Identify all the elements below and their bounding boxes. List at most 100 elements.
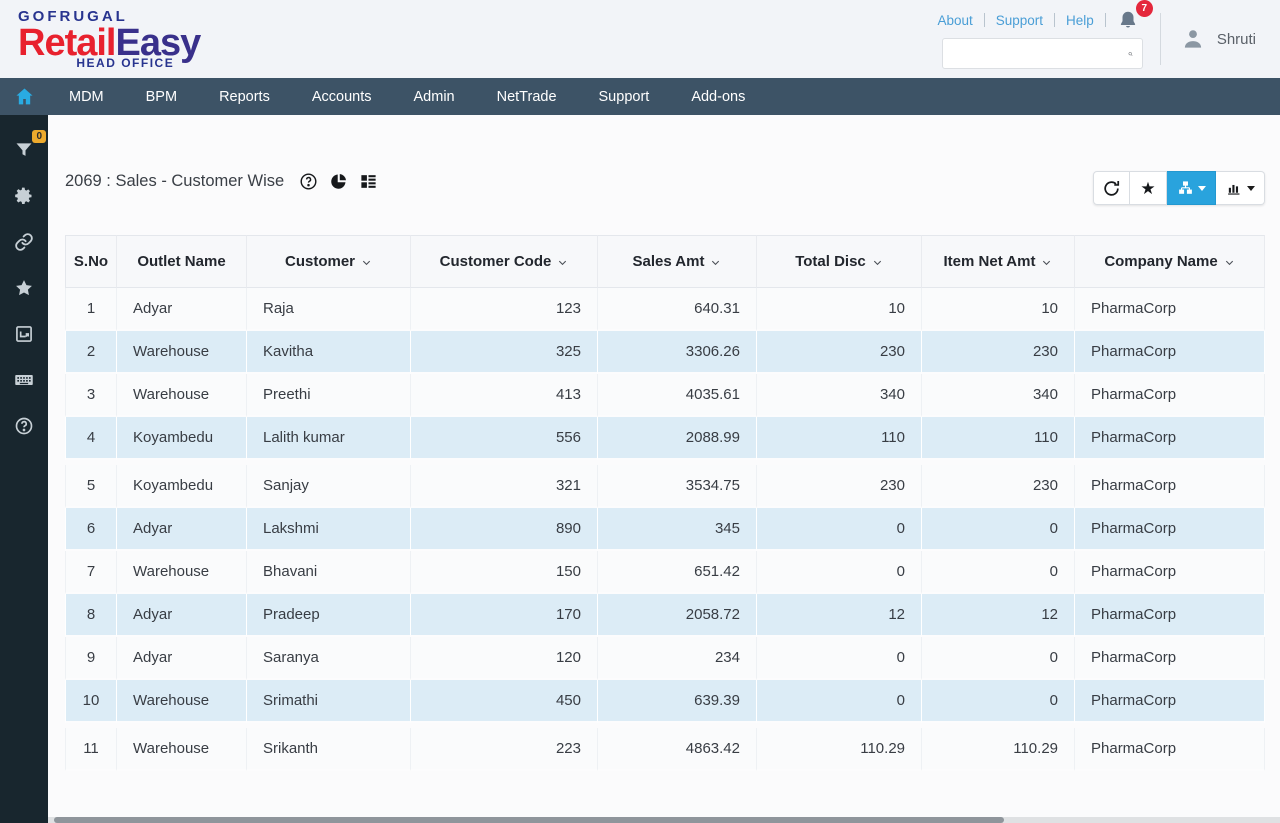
column-header-s-no: S.No (65, 235, 117, 288)
report-header: 2069 : Sales - Customer Wise (65, 172, 1265, 191)
report-content: 2069 : Sales - Customer Wise ★ S.No Outl… (48, 115, 1280, 823)
column-label: Customer (284, 253, 355, 270)
column-header-item-net-amt[interactable]: Item Net Amt (922, 235, 1075, 288)
header-right: About Support Help 7 (937, 0, 1153, 69)
cell-customer-code: 556 (411, 417, 598, 460)
column-header-customer[interactable]: Customer (247, 235, 411, 288)
cell-sales-amt: 4863.42 (598, 728, 757, 771)
nav-item-nettrade[interactable]: NetTrade (476, 78, 578, 115)
logo-suffix-text: HEAD OFFICE (76, 56, 175, 70)
report-help-button[interactable] (299, 172, 318, 191)
cell-s-no: 8 (65, 594, 117, 637)
cell-s-no: 2 (65, 331, 117, 374)
chart-view-button[interactable] (1216, 171, 1265, 205)
cell-item-net-amt: 0 (922, 508, 1075, 551)
sort-chevron-icon (362, 260, 371, 265)
sidebar-help-button[interactable] (0, 403, 48, 449)
cell-total-disc: 12 (757, 594, 922, 637)
filter-button[interactable]: 0 (0, 127, 48, 173)
column-header-total-disc[interactable]: Total Disc (757, 235, 922, 288)
column-label: Customer Code (439, 253, 552, 270)
table-row[interactable]: 5 Koyambedu Sanjay 321 3534.75 230 230 PharmaCo… (65, 465, 1265, 508)
scrollbar-thumb[interactable] (54, 817, 1004, 823)
cell-customer-code: 170 (411, 594, 598, 637)
column-label: Total Disc (795, 253, 866, 270)
nav-item-accounts[interactable]: Accounts (291, 78, 393, 115)
hierarchy-view-button[interactable] (1167, 171, 1216, 205)
table-row[interactable]: 4 Koyambedu Lalith kumar 556 2088.99 110 110 Ph… (65, 417, 1265, 460)
column-header-outlet-name: Outlet Name (117, 235, 247, 288)
column-label: S.No (73, 253, 109, 270)
cell-s-no: 11 (65, 728, 117, 771)
cell-company-name: PharmaCorp (1075, 551, 1265, 594)
column-label: Item Net Amt (943, 253, 1036, 270)
table-row[interactable]: 1 Adyar Raja 123 640.31 10 10 PharmaCorp (65, 288, 1265, 331)
search-input[interactable] (951, 46, 1128, 61)
cell-sales-amt: 640.31 (598, 288, 757, 331)
cell-item-net-amt: 12 (922, 594, 1075, 637)
nav-item-support[interactable]: Support (578, 78, 671, 115)
sort-chevron-icon (1043, 260, 1051, 265)
favorites-button[interactable] (0, 265, 48, 311)
cell-item-net-amt: 340 (922, 374, 1075, 417)
notifications-button[interactable]: 7 (1117, 0, 1153, 31)
user-menu[interactable]: Shruti (1180, 26, 1256, 52)
sort-chevron-icon (873, 260, 881, 265)
export-button[interactable] (0, 311, 48, 357)
cell-total-disc: 0 (757, 637, 922, 680)
cell-customer-code: 123 (411, 288, 598, 331)
cell-sales-amt: 639.39 (598, 680, 757, 723)
help-link[interactable]: Help (1066, 13, 1094, 28)
nav-item-add-ons[interactable]: Add-ons (670, 78, 766, 115)
table-row[interactable]: 9 Adyar Saranya 120 234 0 0 PharmaCorp (65, 637, 1265, 680)
nav-item-bpm[interactable]: BPM (125, 78, 198, 115)
column-header-customer-code[interactable]: Customer Code (411, 235, 598, 288)
shortcuts-button[interactable] (0, 357, 48, 403)
table-row[interactable]: 6 Adyar Lakshmi 890 345 0 0 PharmaCorp (65, 508, 1265, 551)
nav-item-reports[interactable]: Reports (198, 78, 291, 115)
star-icon: ★ (1140, 178, 1156, 198)
favorite-report-button[interactable]: ★ (1130, 171, 1167, 205)
cell-customer-code: 325 (411, 331, 598, 374)
table-header-row: S.No Outlet Name Customer Customer Code Sale… (65, 235, 1265, 288)
table-row[interactable]: 11 Warehouse Srikanth 223 4863.42 110.29 110.2… (65, 728, 1265, 771)
sort-chevron-icon (712, 260, 720, 265)
settings-button[interactable] (0, 173, 48, 219)
cell-item-net-amt: 110 (922, 417, 1075, 460)
nav-home-button[interactable] (0, 78, 48, 115)
table-row[interactable]: 8 Adyar Pradeep 170 2058.72 12 12 PharmaCorp (65, 594, 1265, 637)
links-button[interactable] (0, 219, 48, 265)
pie-chart-icon (331, 173, 347, 189)
column-header-sales-amt[interactable]: Sales Amt (598, 235, 757, 288)
cell-item-net-amt: 230 (922, 331, 1075, 374)
nav-item-admin[interactable]: Admin (393, 78, 476, 115)
cell-sales-amt: 2088.99 (598, 417, 757, 460)
report-title-actions (299, 172, 378, 191)
table-row[interactable]: 10 Warehouse Srimathi 450 639.39 0 0 PharmaCorp (65, 680, 1265, 723)
link-divider (983, 13, 985, 27)
grid-view-button[interactable] (359, 172, 378, 191)
link-divider (1104, 13, 1106, 27)
horizontal-scrollbar[interactable] (48, 817, 1280, 823)
cell-customer: Lalith kumar (247, 417, 411, 460)
table-row[interactable]: 7 Warehouse Bhavani 150 651.42 0 0 PharmaCorp (65, 551, 1265, 594)
column-header-company-name[interactable]: Company Name (1075, 235, 1265, 288)
home-icon (15, 88, 33, 105)
cell-sales-amt: 3306.26 (598, 331, 757, 374)
cell-company-name: PharmaCorp (1075, 637, 1265, 680)
support-link[interactable]: Support (996, 13, 1043, 28)
table-row[interactable]: 3 Warehouse Preethi 413 4035.61 340 340 PharmaC… (65, 374, 1265, 417)
notification-badge: 7 (1135, 0, 1153, 17)
about-link[interactable]: About (937, 13, 972, 28)
cell-sales-amt: 651.42 (598, 551, 757, 594)
cell-company-name: PharmaCorp (1075, 728, 1265, 771)
pie-chart-button[interactable] (329, 172, 348, 191)
nav-item-mdm[interactable]: MDM (48, 78, 125, 115)
refresh-button[interactable] (1093, 171, 1130, 205)
cell-customer: Srikanth (247, 728, 411, 771)
table-row[interactable]: 2 Warehouse Kavitha 325 3306.26 230 230 PharmaC… (65, 331, 1265, 374)
cell-customer-code: 223 (411, 728, 598, 771)
cell-item-net-amt: 0 (922, 637, 1075, 680)
search-icon[interactable] (1128, 46, 1133, 62)
cell-total-disc: 230 (757, 331, 922, 374)
